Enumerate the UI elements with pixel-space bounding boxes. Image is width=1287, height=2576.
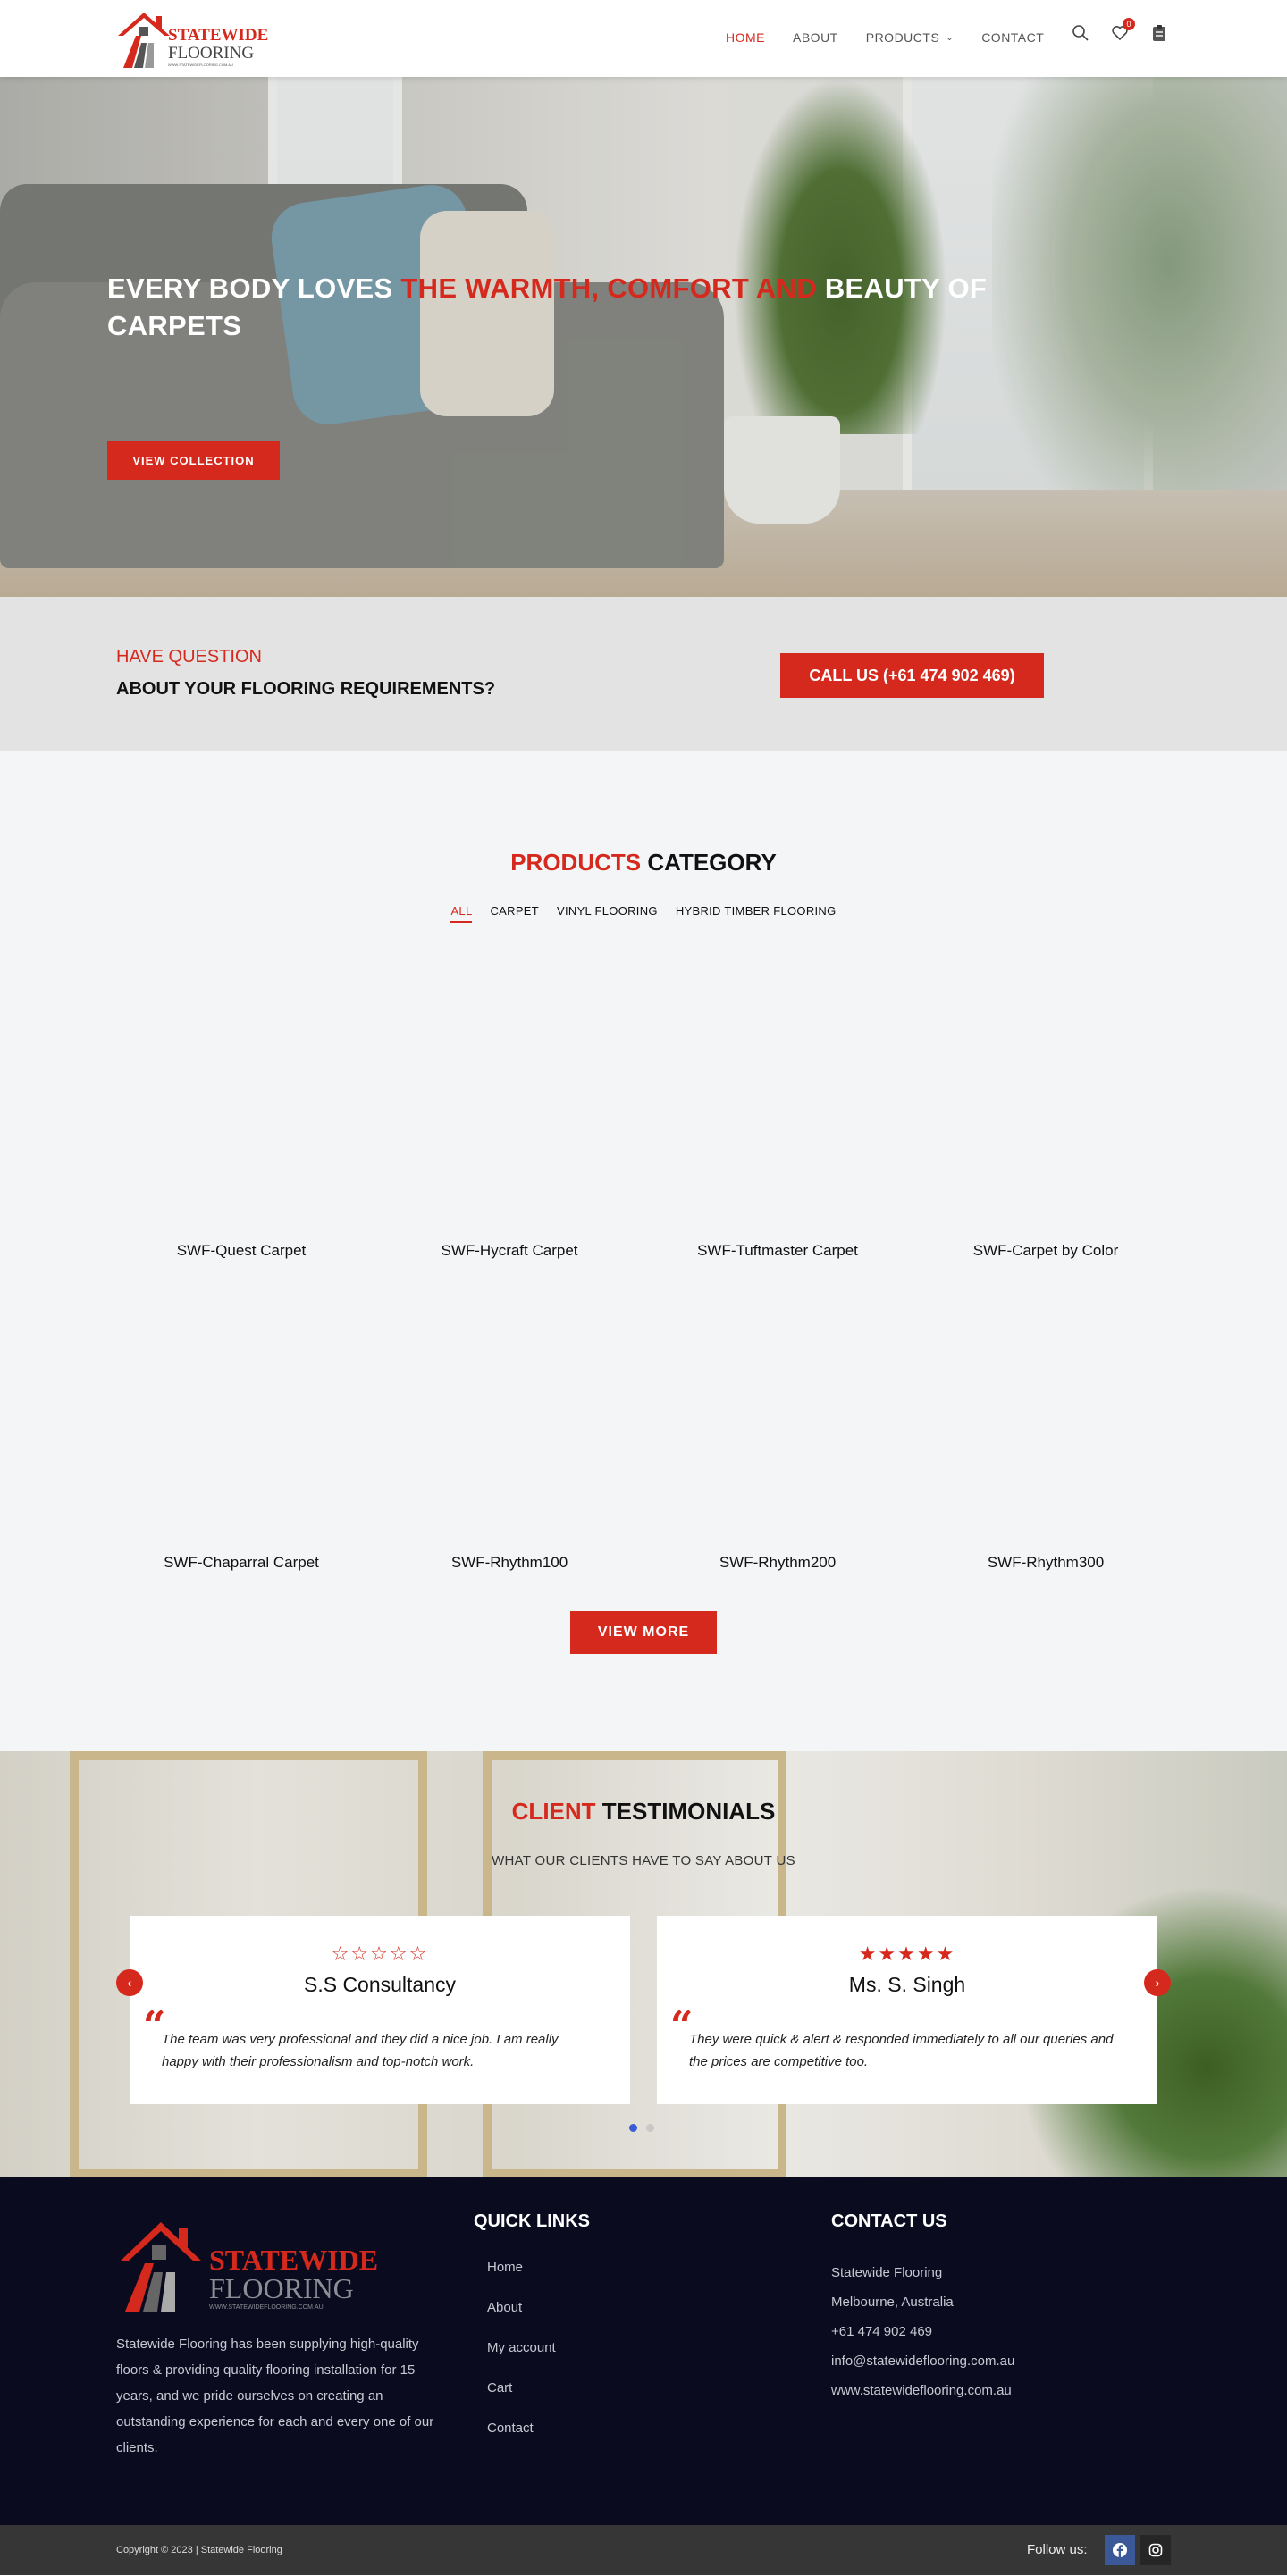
- nav-home[interactable]: HOME: [726, 30, 765, 45]
- testimonials-title-red: CLIENT: [511, 1798, 596, 1825]
- footer-logo[interactable]: STATEWIDE FLOORING WWW.STATEWIDEFLOORING…: [116, 2215, 379, 2313]
- product-name[interactable]: SWF-Rhythm200: [644, 1554, 912, 1572]
- product-card[interactable]: SWF-Tuftmaster Carpet: [644, 961, 912, 1272]
- quick-links: Home About My account Cart Contact: [487, 2260, 556, 2461]
- products-section: PRODUCTS CATEGORY ALL CARPET VINYL FLOOR…: [0, 751, 1287, 1751]
- carousel-prev-arrow-icon[interactable]: ‹: [116, 1969, 143, 1996]
- testimonial-text: The team was very professional and they …: [162, 2032, 559, 2069]
- products-title: PRODUCTS CATEGORY: [0, 849, 1287, 877]
- product-card[interactable]: SWF-Rhythm100: [375, 1272, 644, 1584]
- main-nav: HOME ABOUT PRODUCTS ⌄ CONTACT: [726, 30, 1072, 45]
- footer-link-cart[interactable]: Cart: [487, 2380, 556, 2421]
- copyright-bar: Copyright © 2023 | Statewide Flooring Fo…: [0, 2525, 1287, 2575]
- testimonial-card: ★★★★★ Ms. S. Singh “ They were quick & a…: [657, 1916, 1157, 2104]
- facebook-icon[interactable]: [1105, 2535, 1135, 2565]
- testimonials-subtitle: WHAT OUR CLIENTS HAVE TO SAY ABOUT US: [492, 1853, 795, 1868]
- products-title-red: PRODUCTS: [510, 849, 642, 876]
- contact-location: Melbourne, Australia: [831, 2295, 954, 2310]
- footer-logo-tagline: WWW.STATEWIDEFLOORING.COM.AU: [209, 2304, 324, 2311]
- logo-house-icon: [120, 2222, 202, 2312]
- footer-logo-text-top: STATEWIDE: [209, 2244, 379, 2276]
- contact-website[interactable]: www.statewideflooring.com.au: [831, 2376, 1014, 2405]
- logo-text-top: STATEWIDE: [168, 26, 269, 45]
- copyright-text: Copyright © 2023 | Statewide Flooring: [116, 2545, 282, 2555]
- product-grid: SWF-Quest Carpet SWF-Hycraft Carpet SWF-…: [107, 961, 1180, 1584]
- wishlist-heart-icon[interactable]: 0: [1110, 18, 1135, 43]
- carousel-dot-active[interactable]: [629, 2124, 637, 2132]
- product-name[interactable]: SWF-Chaparral Carpet: [107, 1554, 375, 1572]
- testimonials-section: CLIENT TESTIMONIALS WHAT OUR CLIENTS HAV…: [0, 1751, 1287, 2177]
- footer-link-home[interactable]: Home: [487, 2260, 556, 2300]
- quick-links-heading: QUICK LINKS: [474, 2211, 590, 2231]
- header-icons: 0: [1071, 18, 1169, 43]
- contact-phone[interactable]: +61 474 902 469: [831, 2317, 1014, 2346]
- hero-title: EVERY BODY LOVES THE WARMTH, COMFORT AND…: [107, 270, 992, 345]
- carousel-dots: [629, 2124, 654, 2132]
- footer-logo-text-bottom: FLOORING: [209, 2272, 354, 2304]
- testimonial-author: S.S Consultancy: [303, 1973, 457, 1996]
- rating-stars: ☆☆☆☆☆: [331, 1942, 429, 1965]
- nav-products-label: PRODUCTS: [865, 30, 940, 45]
- wishlist-count-badge: 0: [1123, 18, 1135, 30]
- testimonial-text: They were quick & alert & responded imme…: [689, 2032, 1114, 2069]
- footer-link-contact[interactable]: Contact: [487, 2421, 556, 2461]
- question-line2: ABOUT YOUR FLOORING REQUIREMENTS?: [116, 679, 496, 699]
- tab-carpet[interactable]: CARPET: [490, 904, 539, 923]
- follow-us-label: Follow us:: [1027, 2542, 1088, 2557]
- product-name[interactable]: SWF-Rhythm300: [912, 1554, 1180, 1572]
- product-card[interactable]: SWF-Quest Carpet: [107, 961, 375, 1272]
- rating-stars: ★★★★★: [858, 1942, 956, 1965]
- tab-hybrid-timber-flooring[interactable]: HYBRID TIMBER FLOORING: [676, 904, 837, 923]
- chevron-down-icon: ⌄: [946, 32, 955, 43]
- question-banner: HAVE QUESTION ABOUT YOUR FLOORING REQUIR…: [0, 597, 1287, 751]
- product-card[interactable]: SWF-Hycraft Carpet: [375, 961, 644, 1272]
- footer-about-text: Statewide Flooring has been supplying hi…: [116, 2337, 434, 2455]
- view-collection-button[interactable]: VIEW COLLECTION: [107, 441, 280, 480]
- footer-link-about[interactable]: About: [487, 2300, 556, 2340]
- site-header: STATEWIDE FLOORING WWW.STATEWIDEFLOORING…: [0, 0, 1287, 77]
- tab-vinyl-flooring[interactable]: VINYL FLOORING: [557, 904, 658, 923]
- contact-us-heading: CONTACT US: [831, 2211, 947, 2231]
- product-name[interactable]: SWF-Rhythm100: [375, 1554, 644, 1572]
- footer-link-my-account[interactable]: My account: [487, 2340, 556, 2380]
- nav-contact[interactable]: CONTACT: [981, 30, 1044, 45]
- cart-clipboard-icon[interactable]: [1149, 23, 1169, 43]
- testimonial-card: ☆☆☆☆☆ S.S Consultancy “ The team was ver…: [130, 1916, 630, 2104]
- search-icon[interactable]: [1071, 23, 1090, 43]
- product-name[interactable]: SWF-Tuftmaster Carpet: [644, 1242, 912, 1260]
- view-more-button[interactable]: VIEW MORE: [570, 1611, 717, 1654]
- site-logo[interactable]: STATEWIDE FLOORING WWW.STATEWIDEFLOORING…: [116, 9, 273, 68]
- contact-details: Statewide Flooring Melbourne, Australia …: [831, 2258, 1014, 2405]
- testimonials-title: CLIENT TESTIMONIALS: [0, 1798, 1287, 1825]
- product-filter-tabs: ALL CARPET VINYL FLOORING HYBRID TIMBER …: [0, 904, 1287, 923]
- testimonial-author: Ms. S. Singh: [848, 1973, 966, 1996]
- hero-banner: EVERY BODY LOVES THE WARMTH, COMFORT AND…: [0, 77, 1287, 597]
- hero-title-part1: EVERY BODY LOVES: [107, 273, 401, 304]
- product-card[interactable]: SWF-Rhythm300: [912, 1272, 1180, 1584]
- products-title-rest: CATEGORY: [641, 849, 777, 876]
- product-name[interactable]: SWF-Carpet by Color: [912, 1242, 1180, 1260]
- logo-text-bottom: FLOORING: [168, 44, 255, 63]
- product-card[interactable]: SWF-Rhythm200: [644, 1272, 912, 1584]
- logo-house-icon: [118, 13, 170, 68]
- product-card[interactable]: SWF-Carpet by Color: [912, 961, 1180, 1272]
- instagram-icon[interactable]: [1140, 2535, 1171, 2565]
- product-card[interactable]: SWF-Chaparral Carpet: [107, 1272, 375, 1584]
- call-us-button[interactable]: CALL US (+61 474 902 469): [780, 653, 1044, 698]
- site-footer: STATEWIDE FLOORING WWW.STATEWIDEFLOORING…: [0, 2177, 1287, 2525]
- contact-email[interactable]: info@statewideflooring.com.au: [831, 2346, 1014, 2376]
- product-name[interactable]: SWF-Quest Carpet: [107, 1242, 375, 1260]
- logo-tagline: WWW.STATEWIDEFLOORING.COM.AU: [168, 63, 233, 67]
- contact-company: Statewide Flooring: [831, 2265, 943, 2280]
- tab-all[interactable]: ALL: [450, 904, 473, 923]
- question-line1: HAVE QUESTION: [116, 647, 262, 667]
- carousel-next-arrow-icon[interactable]: ›: [1144, 1969, 1171, 1996]
- testimonials-title-rest: TESTIMONIALS: [595, 1798, 776, 1825]
- carousel-dot[interactable]: [646, 2124, 654, 2132]
- nav-about[interactable]: ABOUT: [793, 30, 838, 45]
- hero-title-highlight: THE WARMTH, COMFORT AND: [400, 273, 817, 304]
- product-name[interactable]: SWF-Hycraft Carpet: [375, 1242, 644, 1260]
- nav-products[interactable]: PRODUCTS ⌄: [866, 30, 954, 45]
